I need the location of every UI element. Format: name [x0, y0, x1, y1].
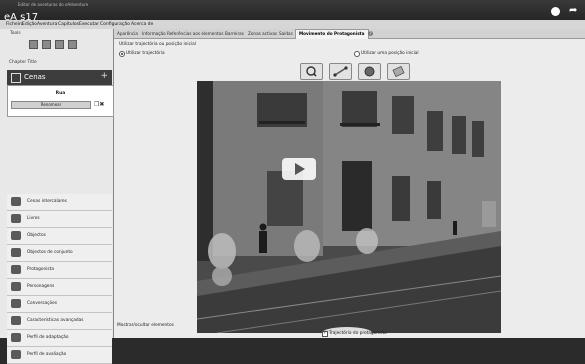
run-adventure-icon[interactable]: [68, 40, 77, 49]
tab-information[interactable]: Informação: [142, 31, 166, 36]
nav-label: Cenas intercalares: [27, 199, 67, 204]
book-icon: [11, 214, 21, 223]
menu-edit[interactable]: Edição: [22, 22, 37, 27]
tab-exits[interactable]: Saídas: [279, 31, 293, 36]
use-trajectory-label: Utilizar trajectória: [126, 51, 165, 56]
video-subtitle: Editor de aventuras do eAdventure: [18, 2, 89, 7]
nav-label: Conversações: [27, 301, 58, 306]
save-adventure-icon[interactable]: [55, 40, 64, 49]
nav-label: Protagonista: [27, 267, 54, 272]
scenes-title: Cenas: [24, 73, 46, 81]
menu-chapters[interactable]: Capítulos: [58, 22, 79, 27]
scene-editor: Aparência Informação Referências aos ele…: [114, 29, 585, 338]
draw-path-icon[interactable]: [329, 63, 352, 80]
protagonist-icon: [11, 265, 21, 274]
scene-background-image: [197, 81, 501, 333]
nav-label: Livros: [27, 216, 40, 221]
nav-assessment[interactable]: Perfil de avaliação: [7, 347, 112, 364]
nav-adaptation[interactable]: Perfil de adaptação: [7, 330, 112, 347]
menu-configuration[interactable]: Configuração: [100, 22, 130, 27]
show-hide-elements-label: Mostrar/ocultar elementos: [117, 323, 174, 328]
video-title-bar: Editor de aventuras do eAdventure eA s17…: [0, 0, 585, 23]
eraser-icon[interactable]: [387, 63, 410, 80]
tab-appearance[interactable]: Aparência: [117, 31, 138, 36]
characters-icon: [11, 282, 21, 291]
nav-books[interactable]: Livros: [7, 211, 112, 228]
scenes-header[interactable]: Cenas +: [7, 70, 112, 85]
tab-element-references[interactable]: Referências aos elementos: [167, 31, 223, 36]
protagonist-trajectory-checkbox[interactable]: ✓: [322, 330, 328, 337]
nav-objects[interactable]: Objectos: [7, 228, 112, 245]
nav-conversations[interactable]: Conversações: [7, 296, 112, 313]
use-trajectory-radio[interactable]: [119, 51, 125, 57]
menu-adventure[interactable]: Aventura: [37, 22, 57, 27]
nav-cutscenes[interactable]: Cenas intercalares: [7, 194, 112, 211]
menu-file[interactable]: Ficheiro: [6, 22, 23, 27]
scene-preview[interactable]: [197, 81, 501, 333]
rename-button[interactable]: Renomear: [11, 101, 91, 109]
nav-label: Perfil de avaliação: [27, 352, 67, 357]
node-icon[interactable]: [358, 63, 381, 80]
copy-delete-icons[interactable]: ❐✖: [94, 101, 104, 108]
nav-advanced[interactable]: Características avançadas: [7, 313, 112, 330]
add-scene-icon[interactable]: +: [100, 71, 108, 81]
nav-set-objects[interactable]: Objectos de conjunto: [7, 245, 112, 262]
nav-label: Objectos: [27, 233, 46, 238]
assessment-icon: [11, 350, 21, 359]
left-panel: Tools Chapter Title Cenas + Rua Renomear…: [0, 29, 114, 364]
tab-protagonist-movement[interactable]: Movimento do Protagonista: [295, 29, 369, 39]
conversation-icon: [11, 299, 21, 308]
menu-run[interactable]: Executar: [79, 22, 99, 27]
advanced-icon: [11, 316, 21, 325]
scenes-list: Rua Renomear ❐✖: [7, 85, 114, 117]
tab-active-zones[interactable]: Zonas activas: [248, 31, 277, 36]
scene-item[interactable]: Rua: [8, 91, 113, 96]
object-icon: [11, 231, 21, 240]
tab-barriers[interactable]: Barreiras: [225, 31, 244, 36]
use-initial-position-label: Utilizar uma posição inicial: [361, 51, 419, 56]
zoom-icon[interactable]: [300, 63, 323, 80]
watch-later-icon[interactable]: [551, 7, 560, 16]
nav-protagonist[interactable]: Protagonista: [7, 262, 112, 279]
trajectory-section-label: Utilizar trajectória ou posição inicial: [119, 42, 196, 47]
cutscene-icon: [11, 197, 21, 206]
open-adventure-icon[interactable]: [42, 40, 51, 49]
nav-label: Características avançadas: [27, 318, 84, 323]
new-adventure-icon[interactable]: [29, 40, 38, 49]
set-object-icon: [11, 248, 21, 257]
scenes-icon: [11, 73, 21, 83]
share-icon[interactable]: ➦: [569, 5, 577, 16]
help-icon[interactable]: ?: [368, 31, 373, 36]
use-initial-position-radio[interactable]: [354, 51, 360, 57]
protagonist-trajectory-label: Trajectória do protagonista: [329, 331, 387, 336]
nav-label: Personagens: [27, 284, 55, 289]
menu-about[interactable]: Acerca de: [131, 22, 153, 27]
nav-label: Objectos de conjunto: [27, 250, 73, 255]
tools-label: Tools: [10, 31, 21, 36]
nav-characters[interactable]: Personagens: [7, 279, 112, 296]
tab-bar: Aparência Informação Referências aos ele…: [114, 29, 585, 39]
chapter-title: Chapter Title: [9, 60, 37, 65]
